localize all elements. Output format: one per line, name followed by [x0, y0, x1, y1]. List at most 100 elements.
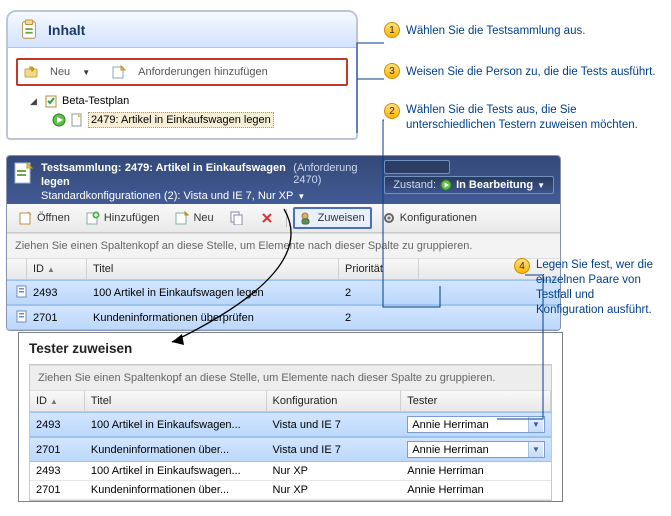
tree-node-row[interactable]: 2479: Artikel in Einkaufswagen legen: [50, 110, 348, 130]
callout-circle-2: 2: [384, 103, 400, 119]
tree-view: ◢ Beta-Testplan 2479: Artikel in Einkauf…: [16, 92, 348, 130]
cell-title: 100 Artikel in Einkaufswagen...: [85, 462, 267, 480]
assign-icon: [300, 211, 314, 225]
state-dropdown[interactable]: Zustand: In Bearbeitung ▼: [384, 176, 554, 194]
state-label: Zustand:: [393, 179, 436, 191]
config-dropdown-icon[interactable]: ▼: [297, 192, 305, 201]
cell-priority: 2: [339, 284, 419, 302]
details-header: Testsammlung: 2479: Artikel in Einkaufsw…: [7, 156, 560, 204]
cell-tester: Annie Herriman: [401, 481, 551, 499]
group-hint-bar[interactable]: Ziehen Sie einen Spaltenkopf an diese St…: [7, 233, 560, 259]
col-title[interactable]: Titel: [87, 259, 339, 279]
clipboard-check-icon: [44, 94, 58, 108]
cell-title: Kundeninformationen über...: [85, 481, 267, 499]
cell-tester: Annie Herriman: [401, 462, 551, 480]
cell-config: Vista und IE 7: [267, 416, 402, 434]
cell-config: Nur XP: [267, 462, 402, 480]
header-blank-box: [384, 160, 450, 174]
gear-icon: [382, 211, 396, 225]
clipboard-icon: [18, 19, 40, 41]
callout-text-3: Weisen Sie die Person zu, die die Tests …: [406, 65, 656, 80]
delete-x-icon: [260, 211, 274, 225]
state-value: In Bearbeitung: [456, 179, 533, 191]
play-icon: [52, 113, 66, 127]
assign-tester-title: Tester zuweisen: [29, 341, 552, 356]
suite-requirement: (Anforderung 2470): [293, 162, 378, 186]
assign-row[interactable]: 2701Kundeninformationen über...Vista und…: [30, 437, 551, 462]
add-icon: [86, 211, 100, 225]
testcase-icon: [15, 284, 27, 298]
col3-config[interactable]: Konfiguration: [267, 391, 402, 411]
cell-title: Kundeninformationen überprüfen: [87, 309, 339, 327]
folder-new-icon: [24, 65, 38, 79]
cell-tester[interactable]: Annie Herriman▼: [401, 438, 551, 461]
grid-row[interactable]: 2701 Kundeninformationen überprüfen 2: [7, 305, 560, 330]
new-button[interactable]: Neu: [44, 64, 76, 80]
cell-config: Nur XP: [267, 481, 402, 499]
cell-title: Kundeninformationen über...: [85, 441, 267, 459]
add-req-label: Anforderungen hinzufügen: [138, 66, 268, 78]
new-button-tb[interactable]: Neu: [169, 208, 219, 228]
delete-button[interactable]: [254, 208, 280, 228]
testcase-icon: [15, 309, 27, 323]
configs-button[interactable]: Konfigurationen: [376, 208, 483, 228]
group-hint-bar-3[interactable]: Ziehen Sie einen Spaltenkopf an diese St…: [30, 365, 551, 391]
new-dropdown-arrow[interactable]: ▼: [82, 68, 90, 77]
configs-label: Konfigurationen: [400, 212, 477, 224]
add-button[interactable]: Hinzufügen: [80, 208, 166, 228]
assign-label: Zuweisen: [318, 212, 365, 224]
combo-dropdown-icon[interactable]: ▼: [528, 417, 543, 432]
cell-tester[interactable]: Annie Herriman▼: [401, 413, 551, 436]
expand-caret-icon[interactable]: ◢: [30, 96, 40, 107]
cell-title: 100 Artikel in Einkaufswagen...: [85, 416, 267, 434]
new-icon: [175, 211, 189, 225]
highlight-toolbar: Neu ▼ Anforderungen hinzufügen: [16, 58, 348, 86]
copy-button[interactable]: [224, 208, 250, 228]
tester-combo[interactable]: Annie Herriman▼: [407, 416, 545, 433]
document-icon: [70, 113, 84, 127]
row-header-col[interactable]: [7, 259, 27, 279]
suite-label: Testsammlung: 2479: Artikel in Einkaufsw…: [41, 160, 287, 188]
cell-id: 2493: [30, 416, 85, 434]
content-title: Inhalt: [48, 22, 85, 38]
tree-plan-row[interactable]: ◢ Beta-Testplan: [28, 92, 348, 110]
callout-circle-1: 1: [384, 22, 400, 38]
cell-priority: 2: [339, 309, 419, 327]
toolbar: Öffnen Hinzufügen Neu Zuweisen Konfigura…: [7, 204, 560, 233]
col3-tester[interactable]: Tester: [401, 391, 551, 411]
play-state-icon: [440, 179, 452, 191]
cell-title: 100 Artikel in Einkaufswagen legen: [87, 284, 339, 302]
assign-row[interactable]: 2493100 Artikel in Einkaufswagen...Nur X…: [30, 462, 551, 481]
sort-asc-icon: ▲: [50, 397, 58, 406]
sort-asc-icon: ▲: [47, 265, 55, 274]
tree-plan-label: Beta-Testplan: [62, 95, 129, 107]
assign-button[interactable]: Zuweisen: [293, 207, 372, 229]
copy-icon: [230, 211, 244, 225]
col-id[interactable]: ID▲: [27, 259, 87, 279]
suite-icon: [13, 160, 35, 186]
callout-circle-4: 4: [514, 258, 530, 274]
details-panel: Testsammlung: 2479: Artikel in Einkaufsw…: [6, 155, 561, 331]
callout-text-1: Wählen Sie die Testsammlung aus.: [406, 24, 585, 39]
tester-combo[interactable]: Annie Herriman▼: [407, 441, 545, 458]
grid-row[interactable]: 2493 100 Artikel in Einkaufswagen legen …: [7, 280, 560, 305]
add-requirements-button[interactable]: Anforderungen hinzufügen: [132, 64, 274, 80]
toolbar-separator: [286, 209, 287, 227]
assign-row[interactable]: 2493100 Artikel in Einkaufswagen...Vista…: [30, 412, 551, 437]
col3-title[interactable]: Titel: [85, 391, 267, 411]
col-priority[interactable]: Priorität: [339, 259, 419, 279]
add-req-icon: [112, 65, 126, 79]
config-summary[interactable]: Standardkonfigurationen (2): Vista und I…: [41, 190, 378, 202]
combo-dropdown-icon[interactable]: ▼: [528, 442, 543, 457]
config-summary-text: Standardkonfigurationen (2): Vista und I…: [41, 190, 293, 202]
new-label-tb: Neu: [193, 212, 213, 224]
state-dropdown-icon[interactable]: ▼: [537, 181, 545, 190]
content-panel: Inhalt Neu ▼ Anforderungen hinzufügen ◢ …: [6, 10, 358, 140]
tree-node-label: 2479: Artikel in Einkaufswagen legen: [88, 112, 274, 128]
callout-circle-3: 3: [384, 63, 400, 79]
assign-row[interactable]: 2701Kundeninformationen über...Nur XPAnn…: [30, 481, 551, 500]
open-button[interactable]: Öffnen: [13, 208, 76, 228]
cell-id: 2493: [27, 284, 87, 302]
col3-id[interactable]: ID▲: [30, 391, 85, 411]
add-label: Hinzufügen: [104, 212, 160, 224]
